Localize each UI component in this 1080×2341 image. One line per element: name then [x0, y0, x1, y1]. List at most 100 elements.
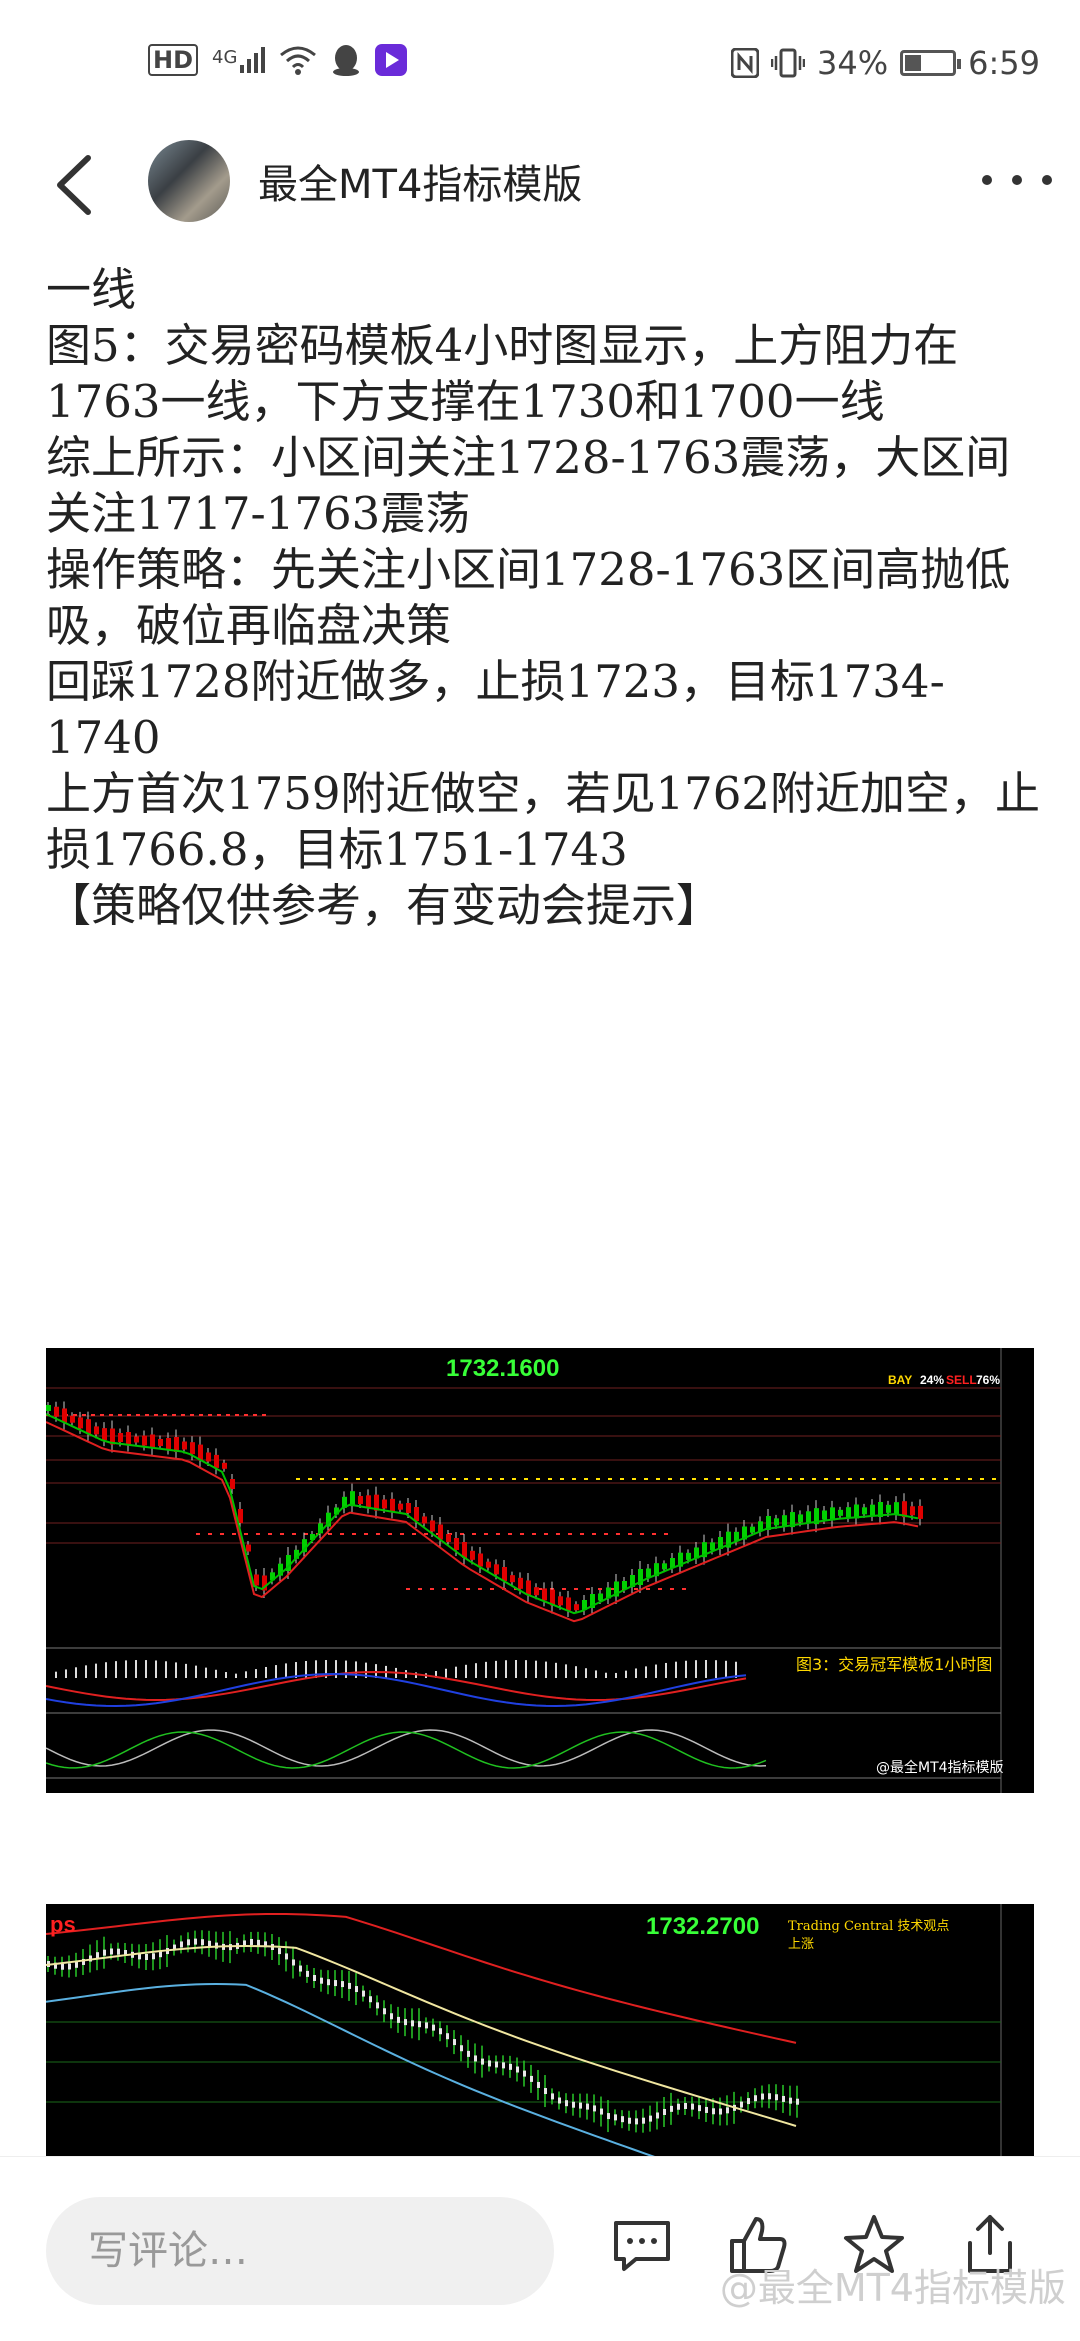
dot-marker	[440, 1478, 444, 1480]
candle-body	[747, 2098, 750, 2105]
dot-marker	[226, 1414, 230, 1416]
clock: 6:59	[968, 44, 1040, 82]
dot-marker	[404, 1478, 408, 1480]
candle-body	[726, 2107, 729, 2114]
chart1-bay-label: BAY	[888, 1373, 912, 1387]
dot-marker	[91, 1414, 95, 1416]
comment-input[interactable]: 写评论…	[46, 2197, 554, 2305]
chart1-bay-pct: 24%	[920, 1373, 944, 1387]
candle-body	[103, 1949, 106, 1956]
candle	[566, 1597, 571, 1611]
candle	[782, 1515, 787, 1527]
candle-body	[705, 2106, 708, 2113]
dot-marker	[100, 1414, 104, 1416]
candle-body	[75, 1961, 78, 1968]
dot-marker	[562, 1588, 566, 1590]
account-title[interactable]: 最全MT4指标模版	[258, 152, 582, 210]
candle-body	[327, 1979, 330, 1986]
dot-marker	[670, 1588, 674, 1590]
candle-body	[299, 1965, 302, 1972]
dot-marker	[656, 1478, 660, 1480]
dot-marker	[380, 1478, 384, 1480]
candle	[494, 1564, 499, 1575]
app-header: 最全MT4指标模版	[0, 130, 1080, 240]
candle	[510, 1575, 515, 1583]
dot-marker	[308, 1478, 312, 1480]
dot-marker	[560, 1478, 564, 1480]
dot-marker	[253, 1414, 257, 1416]
candle-body	[600, 2108, 603, 2115]
candle	[918, 1505, 923, 1519]
avatar[interactable]	[148, 140, 230, 222]
dot-marker	[800, 1478, 804, 1480]
candle	[254, 1574, 259, 1586]
comment-icon[interactable]	[606, 2209, 678, 2281]
dot-marker	[82, 1414, 86, 1416]
candle-body	[663, 2108, 666, 2115]
signal-label: 4G	[212, 47, 238, 68]
candle-body	[369, 1996, 372, 2003]
dot-marker	[442, 1588, 446, 1590]
dot-marker	[388, 1533, 392, 1535]
candle-body	[474, 2055, 477, 2062]
candle-body	[383, 2008, 386, 2015]
candle	[454, 1538, 459, 1550]
candle-body	[530, 2075, 533, 2082]
candle-body	[712, 2108, 715, 2115]
more-menu-icon[interactable]	[982, 160, 1052, 200]
candle	[886, 1504, 891, 1513]
candle-body	[495, 2061, 498, 2068]
article-line: 图5：交易密码模板4小时图显示，上方阻力在1763一线，下方支撑在1730和17…	[46, 319, 959, 428]
chart1-caption: 图3：交易冠军模板1小时图	[796, 1655, 992, 1674]
dot-marker	[548, 1478, 552, 1480]
dot-marker	[634, 1588, 638, 1590]
dot-marker	[464, 1478, 468, 1480]
candle-body	[257, 1939, 260, 1946]
dot-marker	[692, 1478, 696, 1480]
dot-marker	[181, 1414, 185, 1416]
dot-marker	[292, 1533, 296, 1535]
candle-body	[551, 2093, 554, 2100]
dot-marker	[452, 1478, 456, 1480]
chart1-watermark: @最全MT4指标模版	[876, 1759, 1004, 1776]
candle	[398, 1503, 403, 1510]
article-line: 综上所示：小区间关注1728-1763震荡，大区间关注1717-1763震荡	[46, 431, 1011, 540]
candle-body	[502, 2062, 505, 2069]
dot-marker	[454, 1588, 458, 1590]
dot-marker	[356, 1478, 360, 1480]
candle-body	[110, 1948, 113, 1955]
dot-marker	[472, 1533, 476, 1535]
back-arrow-icon[interactable]	[46, 150, 106, 220]
dot-marker	[416, 1478, 420, 1480]
dot-marker	[992, 1478, 996, 1480]
chart2-tc-title: Trading Central 技术观点	[788, 1919, 949, 1934]
dot-marker	[235, 1414, 239, 1416]
dot-marker	[668, 1478, 672, 1480]
candle-body	[768, 2093, 771, 2100]
candle	[446, 1534, 451, 1542]
dot-marker	[268, 1533, 272, 1535]
dot-marker	[508, 1533, 512, 1535]
dot-marker	[682, 1588, 686, 1590]
dot-marker	[488, 1478, 492, 1480]
dot-marker	[304, 1533, 308, 1535]
dot-marker	[490, 1588, 494, 1590]
candle-body	[460, 2045, 463, 2052]
dot-marker	[340, 1533, 344, 1535]
dot-marker	[932, 1478, 936, 1480]
chart-image-1[interactable]: 1732.1600 BAY 24% SELL 76% 图3：交易冠军模板1小时图…	[46, 1348, 1034, 1793]
dot-marker	[109, 1414, 113, 1416]
candle	[894, 1502, 899, 1515]
candle-body	[145, 1953, 148, 1960]
candle	[558, 1596, 563, 1606]
dot-marker	[586, 1588, 590, 1590]
dot-marker	[944, 1478, 948, 1480]
candle	[518, 1577, 523, 1589]
chart-image-2[interactable]: ps 1732.2700 Trading Central 技术观点 上涨	[46, 1904, 1034, 2156]
dot-marker	[680, 1478, 684, 1480]
candle-body	[418, 2021, 421, 2028]
dot-marker	[664, 1533, 668, 1535]
candle-body	[565, 2100, 568, 2107]
candle	[798, 1514, 803, 1523]
candle	[222, 1462, 227, 1469]
